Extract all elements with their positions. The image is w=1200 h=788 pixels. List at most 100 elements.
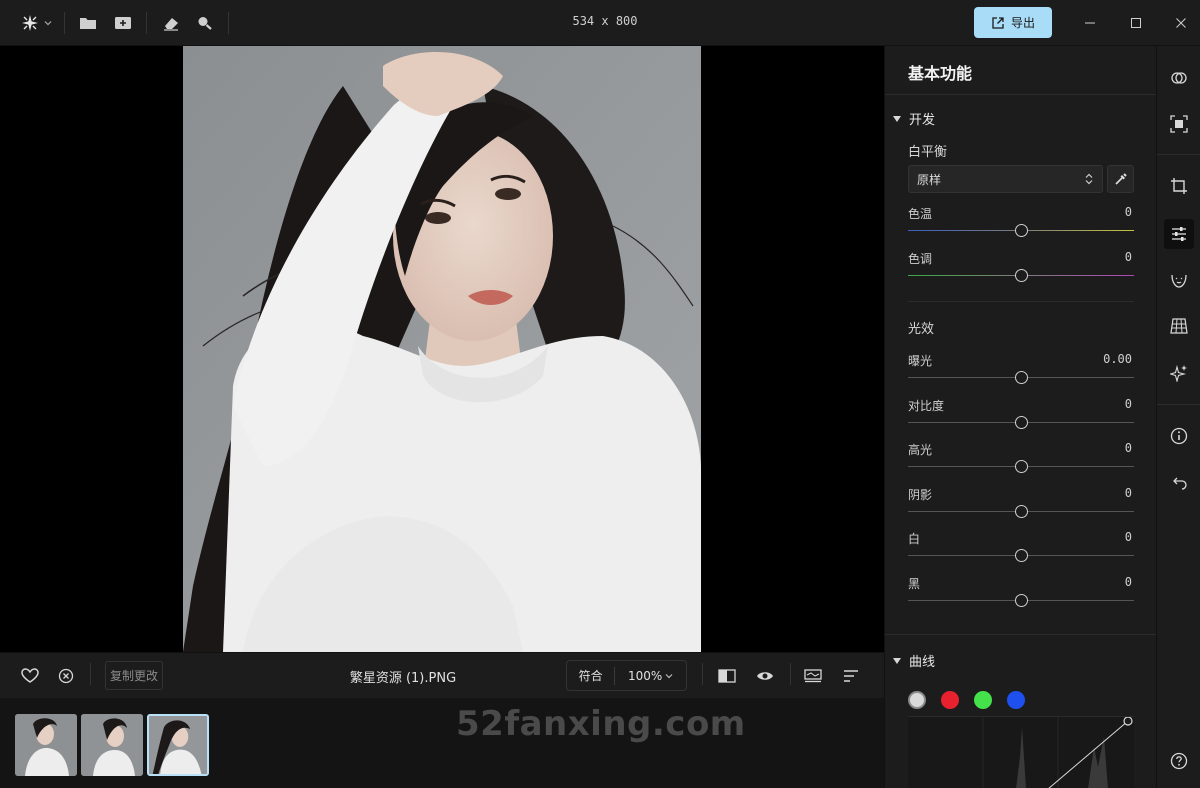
updown-chevron-icon [1085, 173, 1093, 185]
blacks-knob[interactable] [1015, 594, 1028, 607]
highlights-knob[interactable] [1015, 460, 1028, 473]
fit-button[interactable]: 符合 [567, 661, 614, 690]
minimize-icon [1085, 22, 1095, 24]
exposure-value: 0.00 [1103, 352, 1132, 366]
thumbnail-image [149, 716, 207, 774]
whites-slider[interactable]: 白 0 [908, 530, 1134, 570]
minimize-button[interactable] [1078, 12, 1102, 34]
watermark-text: 52fanxing.com [456, 704, 746, 744]
crop-tool[interactable] [1167, 174, 1191, 198]
ai-enhance-tool[interactable] [1167, 361, 1191, 385]
undo-history-button[interactable] [1167, 472, 1191, 496]
section-divider [908, 301, 1134, 302]
temperature-slider[interactable]: 色温 0 [908, 205, 1134, 245]
shadows-value: 0 [1124, 486, 1132, 500]
thumbnail-selected[interactable] [147, 714, 209, 776]
eyedropper-button[interactable] [1107, 165, 1134, 193]
toolbar-divider [90, 663, 91, 685]
perspective-tool[interactable] [1167, 314, 1191, 338]
curve-channel-blue[interactable] [1007, 691, 1025, 709]
white-balance-value: 原样 [917, 172, 942, 187]
retouch-tool[interactable] [1167, 268, 1191, 292]
highlights-slider[interactable]: 高光 0 [908, 441, 1134, 481]
zoom-select[interactable]: 100% [615, 661, 686, 690]
section-curves-header[interactable]: 曲线 [893, 651, 935, 670]
tint-label: 色调 [908, 252, 933, 266]
reject-icon [58, 668, 74, 684]
shadows-slider[interactable]: 阴影 0 [908, 486, 1134, 526]
curve-channel-red[interactable] [941, 691, 959, 709]
filmstrip-icon [804, 669, 822, 683]
filmstrip-toggle-button[interactable] [802, 663, 824, 689]
tint-knob[interactable] [1015, 269, 1028, 282]
exposure-knob[interactable] [1015, 371, 1028, 384]
curve-channel-luma[interactable] [908, 691, 926, 709]
help-button[interactable] [1167, 749, 1191, 773]
contrast-knob[interactable] [1015, 416, 1028, 429]
bottom-toolbar: 复制更改 繁星资源 (1).PNG 符合 100% [0, 652, 884, 698]
compare-button[interactable] [716, 663, 738, 689]
portrait-image [183, 46, 701, 652]
info-button[interactable] [1167, 424, 1191, 448]
top-toolbar: 534 x 800 导出 [0, 0, 1200, 46]
blacks-slider[interactable]: 黑 0 [908, 575, 1134, 615]
toolbar-divider [790, 663, 791, 685]
whites-value: 0 [1124, 530, 1132, 544]
tint-slider[interactable]: 色调 0 [908, 250, 1134, 290]
panel-divider [885, 94, 1157, 95]
info-icon [1170, 427, 1188, 445]
copy-changes-button[interactable]: 复制更改 [105, 661, 163, 690]
thumbnail-image [15, 714, 77, 776]
whites-knob[interactable] [1015, 549, 1028, 562]
shadows-knob[interactable] [1015, 505, 1028, 518]
exposure-label: 曝光 [908, 354, 933, 368]
blacks-label: 黑 [908, 577, 921, 591]
temperature-knob[interactable] [1015, 224, 1028, 237]
whites-label: 白 [908, 532, 921, 546]
contrast-label: 对比度 [908, 399, 945, 413]
close-icon [1176, 18, 1186, 28]
zoom-value: 100% [627, 668, 663, 683]
thumbnail[interactable] [81, 714, 143, 776]
white-balance-select[interactable]: 原样 [908, 165, 1103, 193]
favorite-button[interactable] [18, 663, 42, 689]
panel-title: 基本功能 [908, 64, 973, 83]
close-window-button[interactable] [1169, 12, 1193, 34]
face-retouch-icon [1171, 274, 1187, 288]
shadows-label: 阴影 [908, 488, 933, 502]
perspective-grid-icon [1170, 318, 1188, 334]
export-button[interactable]: 导出 [974, 7, 1052, 38]
panel-divider [885, 634, 1157, 635]
preview-photo [183, 46, 701, 652]
image-canvas[interactable] [0, 46, 884, 652]
toolbar-divider [702, 663, 703, 685]
white-balance-heading: 白平衡 [908, 145, 948, 160]
presets-tool[interactable] [1167, 66, 1191, 90]
highlights-label: 高光 [908, 443, 933, 457]
thumbnail-image [81, 714, 143, 776]
caret-down-icon [893, 115, 901, 122]
rail-divider [1157, 404, 1200, 405]
export-icon [992, 16, 1004, 29]
undo-icon [1173, 477, 1187, 490]
selection-icon [1170, 115, 1188, 133]
adjust-tool[interactable] [1164, 219, 1194, 249]
sort-button[interactable] [840, 663, 862, 689]
reject-button[interactable] [54, 663, 78, 689]
exposure-slider[interactable]: 曝光 0.00 [908, 352, 1134, 392]
zoom-control: 符合 100% [566, 660, 687, 691]
sort-icon [844, 670, 858, 682]
thumbnail[interactable] [15, 714, 77, 776]
rail-divider [1157, 154, 1200, 155]
highlights-value: 0 [1124, 441, 1132, 455]
select-tool[interactable] [1167, 112, 1191, 136]
contrast-slider[interactable]: 对比度 0 [908, 397, 1134, 437]
export-label: 导出 [1010, 16, 1035, 30]
preview-toggle-button[interactable] [754, 663, 776, 689]
section-develop-header[interactable]: 开发 [893, 109, 935, 128]
curve-editor[interactable] [908, 716, 1134, 788]
section-curves-label: 曲线 [909, 655, 936, 670]
crop-icon [1171, 178, 1187, 194]
curve-channel-green[interactable] [974, 691, 992, 709]
maximize-button[interactable] [1124, 12, 1148, 34]
